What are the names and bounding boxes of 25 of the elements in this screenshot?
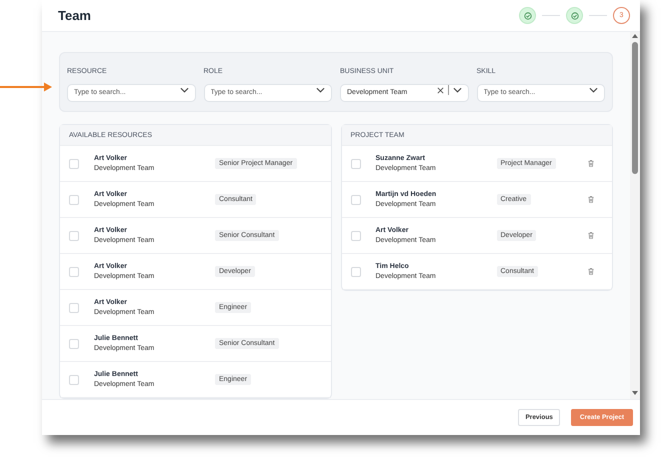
checkbox[interactable]: [69, 374, 79, 384]
checkbox[interactable]: [69, 194, 79, 204]
checkbox[interactable]: [350, 266, 360, 276]
clear-icon[interactable]: [436, 86, 444, 94]
trash-icon[interactable]: [588, 268, 594, 275]
chevron-down-icon[interactable]: [180, 87, 188, 93]
checkbox[interactable]: [69, 338, 79, 348]
arrow-icon: [0, 82, 53, 92]
trash-icon[interactable]: [588, 160, 594, 167]
trash-icon[interactable]: [588, 232, 594, 239]
checkbox[interactable]: [350, 230, 360, 240]
checkbox[interactable]: [69, 266, 79, 276]
chevron-down-icon[interactable]: [589, 87, 598, 93]
checkbox[interactable]: [350, 194, 360, 204]
scroll-up-icon[interactable]: [632, 34, 638, 38]
chevron-down-icon[interactable]: [452, 87, 462, 93]
page-title: Team: [58, 8, 91, 23]
scrollbar[interactable]: [630, 32, 640, 399]
trash-icon[interactable]: [588, 196, 594, 203]
checkbox[interactable]: [69, 230, 79, 240]
chevron-down-icon[interactable]: [316, 87, 325, 93]
checkbox[interactable]: [350, 158, 360, 168]
checkbox[interactable]: [69, 158, 79, 168]
scroll-down-icon[interactable]: [632, 391, 638, 395]
checkbox[interactable]: [69, 302, 79, 312]
